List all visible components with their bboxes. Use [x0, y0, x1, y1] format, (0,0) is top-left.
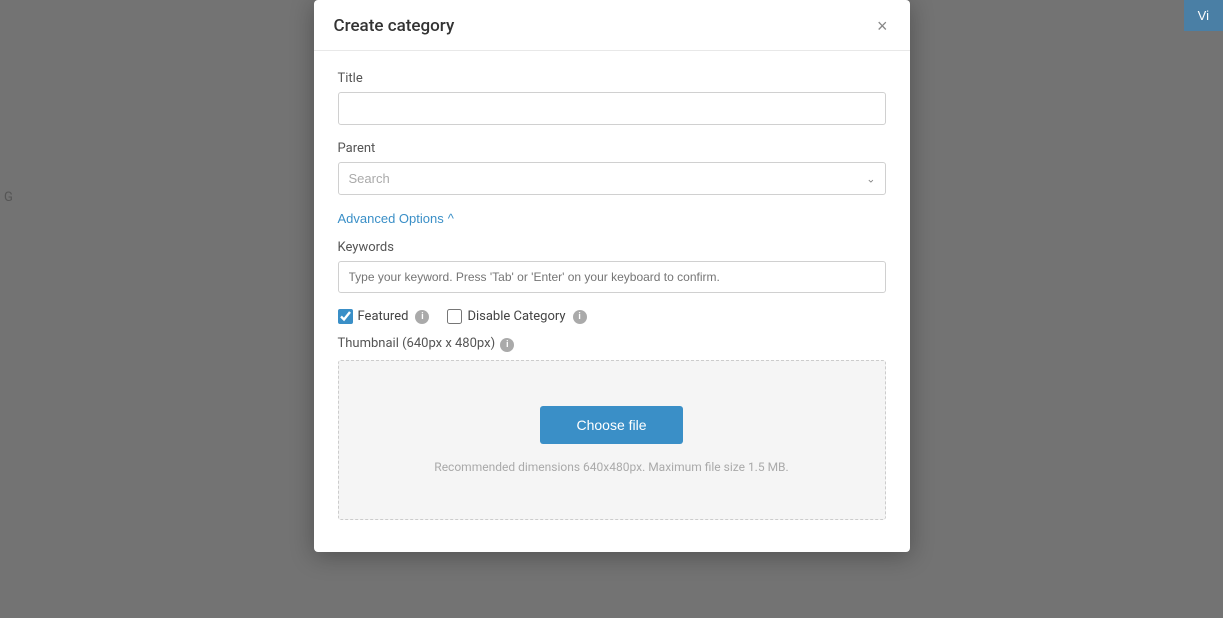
modal-close-button[interactable]: ×	[875, 17, 890, 35]
featured-info-icon: i	[415, 310, 429, 324]
title-field-group: Title	[338, 71, 886, 125]
title-input[interactable]	[338, 92, 886, 125]
choose-file-button[interactable]: Choose file	[540, 406, 682, 444]
advanced-options-caret-icon: ^	[448, 211, 454, 226]
title-label: Title	[338, 71, 886, 86]
parent-field-group: Parent Search ⌄	[338, 141, 886, 195]
checkboxes-row: Featured i Disable Category i	[338, 309, 886, 324]
advanced-options-label: Advanced Options	[338, 211, 444, 226]
parent-select[interactable]: Search	[338, 162, 886, 195]
disable-category-checkbox-group: Disable Category i	[447, 309, 586, 324]
modal-header: Create category ×	[314, 0, 910, 51]
thumbnail-info-icon: i	[500, 338, 514, 352]
thumbnail-label: Thumbnail (640px x 480px) i	[338, 336, 886, 352]
featured-label: Featured	[358, 309, 409, 324]
modal-title: Create category	[334, 16, 455, 36]
keywords-label: Keywords	[338, 240, 886, 255]
thumbnail-hint: Recommended dimensions 640x480px. Maximu…	[434, 460, 788, 474]
disable-category-info-icon: i	[573, 310, 587, 324]
keywords-input[interactable]	[338, 261, 886, 293]
thumbnail-section: Thumbnail (640px x 480px) i Choose file …	[338, 336, 886, 520]
disable-category-checkbox[interactable]	[447, 309, 462, 324]
modal-backdrop: Create category × Title Parent Search ⌄	[0, 0, 1223, 618]
featured-checkbox[interactable]	[338, 309, 353, 324]
featured-checkbox-group: Featured i	[338, 309, 430, 324]
disable-category-label: Disable Category	[467, 309, 565, 324]
thumbnail-upload-area: Choose file Recommended dimensions 640x4…	[338, 360, 886, 520]
parent-label: Parent	[338, 141, 886, 156]
parent-select-wrapper: Search ⌄	[338, 162, 886, 195]
keywords-field-group: Keywords	[338, 240, 886, 293]
modal-body: Title Parent Search ⌄ Advanced Options ^	[314, 51, 910, 552]
advanced-options-toggle[interactable]: Advanced Options ^	[338, 211, 454, 226]
create-category-modal: Create category × Title Parent Search ⌄	[314, 0, 910, 552]
